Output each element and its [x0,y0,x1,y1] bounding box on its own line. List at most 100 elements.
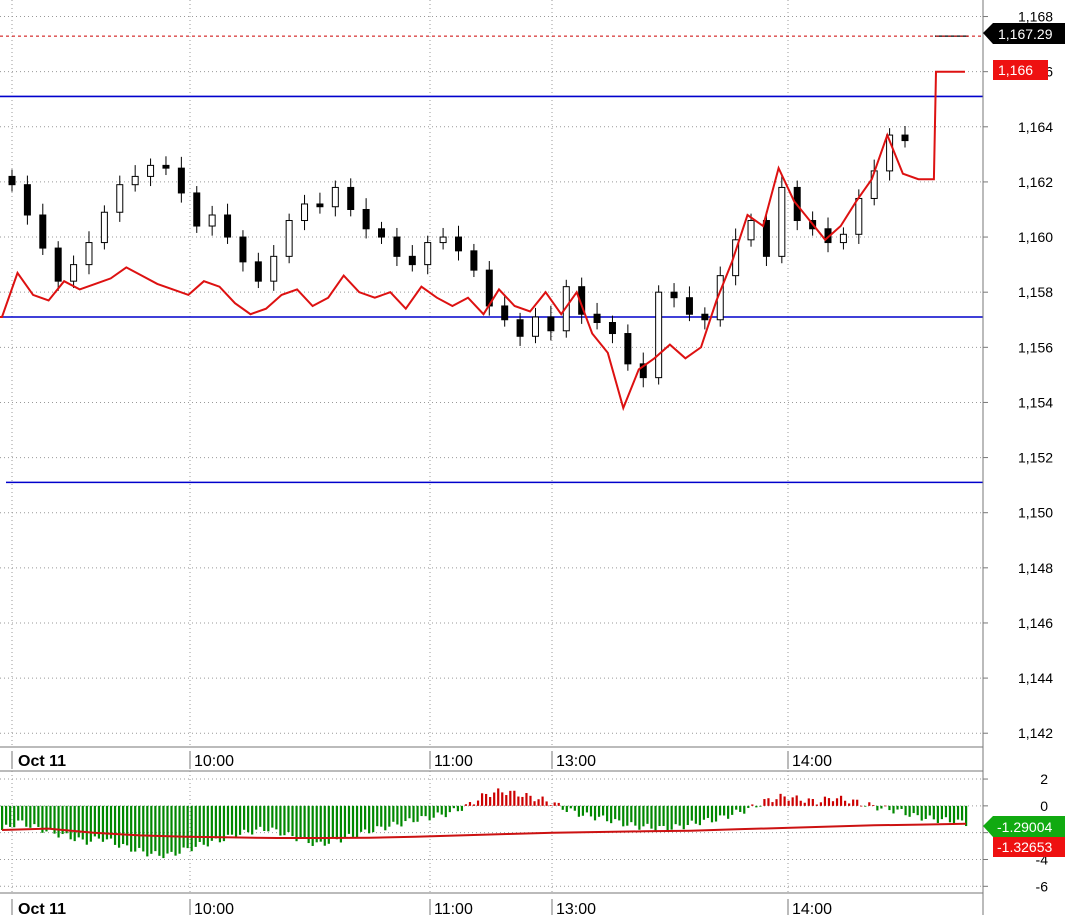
price-ytick-label: 1,144 [1018,670,1053,686]
histogram-bar-negative [69,805,72,840]
histogram-bar-negative [1,805,4,830]
histogram-bar-negative [718,805,722,816]
histogram-bar-negative [392,805,395,822]
candle-bullish [531,316,539,337]
histogram-bar-negative [372,805,375,833]
xtick-label: 11:00 [434,753,473,770]
candle-bullish [116,184,124,213]
candle-bearish [162,164,170,169]
indicator-ytick-label: 0 [1040,798,1048,814]
histogram-bar-positive [493,792,496,806]
histogram-bar-negative [646,805,649,824]
histogram-bar-negative [343,805,347,839]
histogram-bar-positive [549,805,552,806]
histogram-bar-negative [315,805,318,843]
histogram-bar-negative [283,805,286,836]
histogram-bar-negative [892,805,895,814]
histogram-bar-negative [275,805,278,830]
histogram-bar-positive [831,801,835,806]
histogram-bar-negative [722,805,726,816]
current-price-tag: 1,167.29 [983,23,1065,44]
histogram-bar-positive [533,801,536,806]
histogram-bar-negative [912,805,915,814]
histogram-bar-negative [130,805,133,852]
histogram-bar-negative [57,805,60,838]
histogram-bar-negative [593,805,597,821]
candle-bearish [470,250,478,271]
histogram-bar-negative [101,805,105,842]
histogram-bar-negative [247,805,250,833]
histogram-bar-negative [698,805,701,826]
red-line-label: 1,166 [998,62,1033,78]
candle-bearish [608,322,616,335]
price-ytick-label: 1,154 [1018,394,1053,410]
histogram-bar-negative [311,805,314,846]
candle-bullish [70,264,78,282]
histogram-bar-negative [956,805,960,820]
date-label: Oct 11 [18,753,66,770]
candle-bearish [393,236,401,257]
indicator-ytick-label: 2 [1040,771,1048,787]
histogram-bar-positive [489,797,492,806]
histogram-bar-positive [541,796,544,806]
histogram-bar-negative [388,805,391,827]
histogram-bar-negative [178,805,181,854]
histogram-bar-negative [658,805,661,827]
histogram-bar-negative [920,805,923,821]
trading-chart: 1,168 1,166 1,164 1,162 1,160 1,158 1,156 1,154… [0,0,1065,915]
histogram-bar-negative [113,805,117,845]
histogram-bar-negative [747,805,750,808]
histogram-bar-negative [202,805,205,845]
histogram-bar-negative [626,805,629,826]
candle-bullish [85,242,93,266]
histogram-bar-negative [263,805,266,831]
xtick-label: 10:00 [194,901,234,915]
histogram-bar-positive [545,801,548,806]
price-ytick-label: 1,168 [1018,9,1053,25]
candle-bullish [331,186,339,208]
histogram-bar-negative [581,805,585,816]
histogram-bar-negative [662,805,665,826]
histogram-bar-negative [904,805,907,816]
histogram-bar-negative [65,805,68,834]
histogram-bar-negative [222,805,226,842]
price-ytick-label: 1,152 [1018,450,1053,466]
candle-bearish [701,313,709,321]
candle-bullish [208,214,216,227]
histogram-bar-negative [690,805,693,821]
histogram-bar-negative [630,805,633,823]
xtick-label: 14:00 [792,901,832,915]
histogram-bar-positive [868,802,871,806]
histogram-bar-negative [182,805,185,848]
histogram-bar-negative [150,805,153,854]
candle-bearish [239,236,247,263]
histogram-bar-negative [359,805,363,832]
histogram-bar-negative [456,805,459,812]
indicator-ytick-label: -6 [1036,878,1049,894]
histogram-bar-positive [827,798,831,806]
histogram-bar-negative [634,805,637,826]
histogram-bar-negative [936,805,939,823]
red-line-tag: 1,166 [993,60,1048,80]
histogram-bar-negative [243,805,246,830]
histogram-bar-negative [666,805,669,832]
candle-bearish [378,228,386,238]
histogram-bar-positive [795,795,798,806]
histogram-bar-negative [952,805,956,824]
histogram-bar-positive [852,799,855,806]
histogram-bar-negative [376,805,379,827]
histogram-bar-negative [384,805,387,831]
candle-bearish [316,203,324,208]
histogram-bar-positive [464,804,468,806]
histogram-bar-negative [601,805,605,816]
histogram-bar-negative [21,805,24,821]
histogram-bar-negative [944,805,948,818]
histogram-bar-negative [412,805,415,823]
histogram-bar-negative [126,805,129,846]
histogram-bar-negative [678,805,681,826]
histogram-bar-positive [884,805,887,807]
histogram-bar-positive [517,796,520,806]
histogram-bar-positive [553,802,556,806]
histogram-bar-negative [5,805,8,825]
histogram-bar-negative [77,805,80,838]
